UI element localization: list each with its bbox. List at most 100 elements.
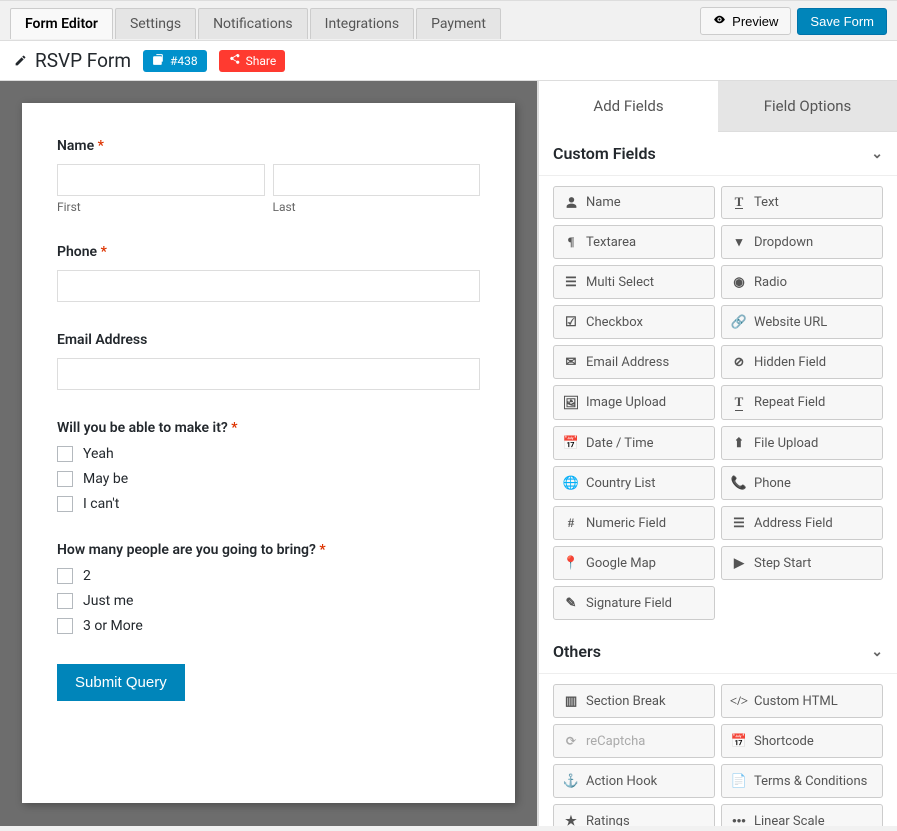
email-label: Email Address bbox=[57, 332, 480, 348]
field-type-label: Hidden Field bbox=[754, 355, 826, 370]
save-form-button[interactable]: Save Form bbox=[797, 8, 887, 35]
field-type-name[interactable]: Name bbox=[553, 186, 715, 219]
field-type-ratings[interactable]: ★ Ratings bbox=[553, 804, 715, 826]
option-item[interactable]: Yeah bbox=[57, 446, 480, 462]
field-type-action-hook[interactable]: ⚓Action Hook bbox=[553, 764, 715, 798]
others-header[interactable]: Others ⌄ bbox=[539, 630, 897, 674]
field-type-dropdown[interactable]: ▾Dropdown bbox=[721, 225, 883, 259]
field-type-label: Multi Select bbox=[586, 275, 654, 290]
option-item[interactable]: I can't bbox=[57, 496, 480, 512]
field-type-terms-conditions[interactable]: 📄Terms & Conditions bbox=[721, 764, 883, 798]
custom-fields-header[interactable]: Custom Fields ⌄ bbox=[539, 132, 897, 176]
phone-field[interactable]: Phone * bbox=[57, 244, 480, 302]
people-options: 2 Just me 3 or More bbox=[57, 568, 480, 634]
scale-icon: ••• bbox=[732, 813, 746, 826]
top-toolbar: Form EditorSettingsNotificationsIntegrat… bbox=[0, 0, 897, 40]
attend-label: Will you be able to make it? * bbox=[57, 420, 480, 436]
people-label: How many people are you going to bring? … bbox=[57, 542, 480, 558]
field-type-checkbox[interactable]: ☑Checkbox bbox=[553, 305, 715, 339]
field-type-textarea[interactable]: ¶Textarea bbox=[553, 225, 715, 259]
field-type-custom-html[interactable]: </>Custom HTML bbox=[721, 684, 883, 718]
field-type-repeat-field[interactable]: TRepeat Field bbox=[721, 385, 883, 420]
field-type-numeric-field[interactable]: # Numeric Field bbox=[553, 506, 715, 540]
star-icon: ★ bbox=[564, 813, 578, 826]
email-field[interactable]: Email Address bbox=[57, 332, 480, 390]
required-mark: * bbox=[231, 420, 237, 436]
field-type-label: Ratings bbox=[586, 814, 630, 827]
field-type-date-time[interactable]: 📅Date / Time bbox=[553, 426, 715, 460]
field-type-label: Signature Field bbox=[586, 596, 672, 611]
checkbox-icon bbox=[57, 471, 73, 487]
tab-payment[interactable]: Payment bbox=[416, 8, 501, 39]
field-type-label: Linear Scale bbox=[754, 814, 825, 827]
field-type-image-upload[interactable]: 🖼 Image Upload bbox=[553, 385, 715, 420]
dropdown-icon: ▾ bbox=[732, 234, 746, 250]
share-badge[interactable]: Share bbox=[219, 50, 286, 72]
option-item[interactable]: Just me bbox=[57, 593, 480, 609]
field-type-text[interactable]: TText bbox=[721, 186, 883, 219]
field-type-hidden-field[interactable]: ⊘Hidden Field bbox=[721, 345, 883, 379]
field-type-address-field[interactable]: ☰Address Field bbox=[721, 506, 883, 540]
tab-notifications[interactable]: Notifications bbox=[198, 8, 308, 39]
people-field[interactable]: How many people are you going to bring? … bbox=[57, 542, 480, 634]
email-input[interactable] bbox=[57, 358, 480, 390]
phone-label: Phone * bbox=[57, 244, 480, 260]
editor-tabs: Form EditorSettingsNotificationsIntegrat… bbox=[10, 8, 501, 39]
submit-button[interactable]: Submit Query bbox=[57, 664, 185, 701]
hash-icon: # bbox=[564, 515, 578, 531]
attend-options: Yeah May be I can't bbox=[57, 446, 480, 512]
form-canvas: Name * First Last bbox=[22, 103, 515, 803]
chevron-down-icon: ⌄ bbox=[871, 644, 883, 660]
attend-field[interactable]: Will you be able to make it? * Yeah May b… bbox=[57, 420, 480, 512]
field-type-google-map[interactable]: 📍Google Map bbox=[553, 546, 715, 580]
option-item[interactable]: 2 bbox=[57, 568, 480, 584]
field-type-label: Action Hook bbox=[586, 774, 657, 789]
preview-button[interactable]: Preview bbox=[700, 7, 791, 35]
last-sublabel: Last bbox=[273, 200, 481, 214]
field-type-phone[interactable]: 📞Phone bbox=[721, 466, 883, 500]
first-name-input[interactable] bbox=[57, 164, 265, 196]
option-item[interactable]: May be bbox=[57, 471, 480, 487]
tab-integrations[interactable]: Integrations bbox=[310, 8, 414, 39]
field-type-website-url[interactable]: 🔗Website URL bbox=[721, 305, 883, 339]
field-type-linear-scale[interactable]: ••• Linear Scale bbox=[721, 804, 883, 826]
image-icon: 🖼 bbox=[564, 395, 578, 411]
field-type-label: Repeat Field bbox=[754, 395, 825, 410]
checkbox-icon bbox=[57, 593, 73, 609]
canvas-scroll[interactable]: Name * First Last bbox=[0, 81, 537, 826]
upload-icon: ⬆ bbox=[732, 435, 746, 451]
required-mark: * bbox=[319, 542, 325, 558]
add-fields-tab[interactable]: Add Fields bbox=[539, 81, 718, 132]
phone-input[interactable] bbox=[57, 270, 480, 302]
name-field[interactable]: Name * First Last bbox=[57, 138, 480, 214]
last-name-input[interactable] bbox=[273, 164, 481, 196]
preview-label: Preview bbox=[732, 14, 778, 29]
cal-icon: 📅 bbox=[732, 733, 746, 749]
field-type-email-address[interactable]: ✉Email Address bbox=[553, 345, 715, 379]
form-header: RSVP Form #438 Share bbox=[0, 40, 897, 81]
field-type-multi-select[interactable]: ☰Multi Select bbox=[553, 265, 715, 299]
field-type-signature-field[interactable]: ✎Signature Field bbox=[553, 586, 715, 620]
field-type-section-break[interactable]: ▥Section Break bbox=[553, 684, 715, 718]
field-type-label: Date / Time bbox=[586, 436, 654, 451]
tab-settings[interactable]: Settings bbox=[115, 8, 196, 39]
check-icon: ☑ bbox=[564, 314, 578, 330]
field-type-file-upload[interactable]: ⬆ File Upload bbox=[721, 426, 883, 460]
field-type-label: File Upload bbox=[754, 436, 818, 451]
recaptcha-icon: ⟳ bbox=[564, 733, 578, 749]
field-type-radio[interactable]: ◉Radio bbox=[721, 265, 883, 299]
fields-scroll[interactable]: Custom Fields ⌄ NameTText¶Textarea▾Dropd… bbox=[539, 132, 897, 826]
field-options-tab[interactable]: Field Options bbox=[718, 81, 897, 132]
field-type-shortcode[interactable]: 📅Shortcode bbox=[721, 724, 883, 758]
field-type-label: Custom HTML bbox=[754, 694, 838, 709]
sidebar-tabs: Add Fields Field Options bbox=[539, 81, 897, 132]
field-type-label: Image Upload bbox=[586, 395, 666, 410]
field-type-country-list[interactable]: 🌐Country List bbox=[553, 466, 715, 500]
form-id-badge[interactable]: #438 bbox=[143, 50, 207, 72]
field-type-step-start[interactable]: ▶Step Start bbox=[721, 546, 883, 580]
field-type-label: Numeric Field bbox=[586, 516, 666, 531]
tab-form-editor[interactable]: Form Editor bbox=[10, 8, 113, 39]
para-icon: ¶ bbox=[564, 234, 578, 250]
option-item[interactable]: 3 or More bbox=[57, 618, 480, 634]
option-label: 3 or More bbox=[83, 618, 143, 634]
